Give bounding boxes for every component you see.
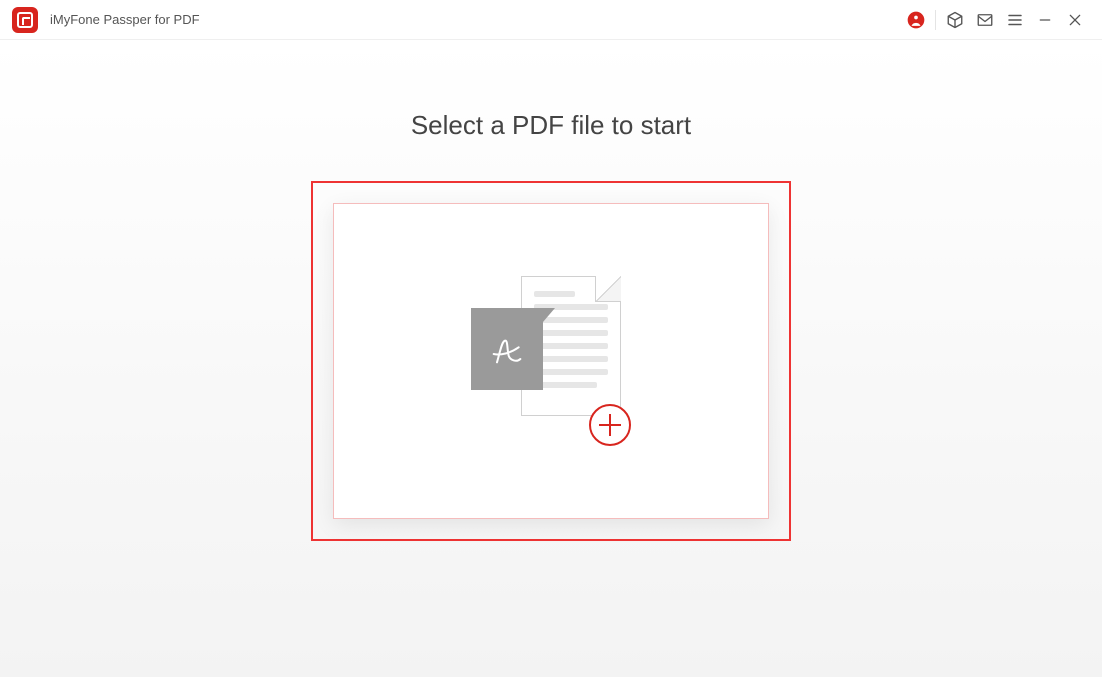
add-file-plus-icon (589, 404, 631, 446)
divider (935, 10, 936, 30)
pdf-file-icon (471, 276, 631, 446)
feedback-button[interactable] (970, 5, 1000, 35)
account-button[interactable] (901, 5, 931, 35)
app-logo-icon (12, 7, 38, 33)
products-button[interactable] (940, 5, 970, 35)
file-drop-zone[interactable] (311, 181, 791, 541)
menu-icon (1006, 11, 1024, 29)
minimize-button[interactable] (1030, 5, 1060, 35)
close-icon (1067, 12, 1083, 28)
close-button[interactable] (1060, 5, 1090, 35)
minimize-icon (1037, 12, 1053, 28)
box-icon (946, 11, 964, 29)
account-icon (906, 10, 926, 30)
file-drop-inner (333, 203, 769, 519)
adobe-pdf-icon (471, 308, 543, 390)
main-content: Select a PDF file to start (0, 40, 1102, 677)
titlebar: iMyFone Passper for PDF (0, 0, 1102, 40)
page-heading: Select a PDF file to start (411, 110, 691, 141)
mail-icon (976, 11, 994, 29)
app-title: iMyFone Passper for PDF (50, 12, 200, 27)
menu-button[interactable] (1000, 5, 1030, 35)
